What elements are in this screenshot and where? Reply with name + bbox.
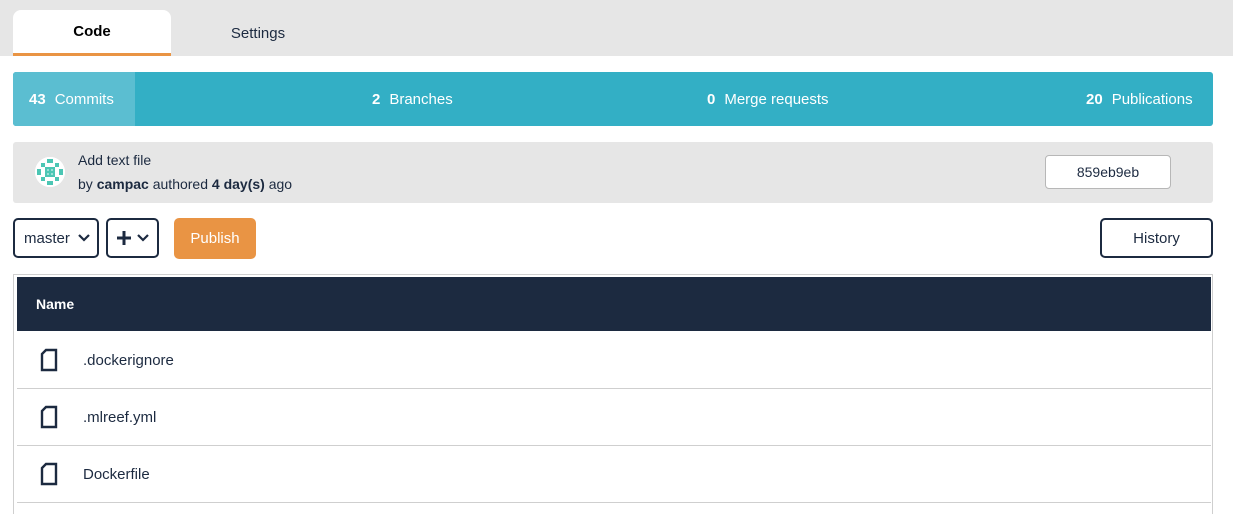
tab-bar: Code Settings: [0, 0, 1233, 56]
branches-label: Branches: [389, 90, 453, 108]
tab-code[interactable]: Code: [13, 10, 171, 56]
branch-select[interactable]: master: [13, 218, 99, 258]
commit-author[interactable]: campac: [97, 176, 149, 192]
history-button[interactable]: History: [1100, 218, 1213, 258]
commit-ago-text: ago: [268, 176, 293, 192]
file-icon: [40, 405, 58, 429]
commit-age: 4 day(s): [211, 176, 265, 192]
branch-select-value: master: [24, 229, 70, 247]
repo-stats-bar: 43 Commits 2 Branches 0 Merge requests 2…: [13, 72, 1213, 126]
file-name[interactable]: .mlreef.yml: [83, 409, 156, 426]
plus-icon: [116, 231, 131, 245]
merge-requests-count: 0: [707, 90, 716, 108]
merge-requests-stat[interactable]: 0 Merge requests: [707, 72, 829, 126]
publications-stat[interactable]: 20 Publications: [1086, 72, 1193, 126]
branches-stat[interactable]: 2 Branches: [372, 72, 453, 126]
commits-count: 43: [29, 90, 46, 108]
publications-label: Publications: [1111, 90, 1193, 108]
add-file-menu-button[interactable]: [106, 218, 159, 258]
file-name[interactable]: Dockerfile: [83, 466, 150, 483]
file-icon: [40, 348, 58, 372]
chevron-down-icon: [78, 234, 90, 242]
commit-authored-text: authored: [152, 176, 209, 192]
chevron-down-icon: [136, 234, 149, 242]
commit-meta: by campac authored 4 day(s) ago: [78, 176, 292, 192]
name-column-header[interactable]: Name: [36, 296, 74, 312]
commits-stat[interactable]: 43 Commits: [13, 72, 135, 126]
identicon-icon: [35, 157, 65, 187]
file-table: Name .dockerignore .mlreef.yml Dockerfil…: [13, 274, 1213, 514]
file-icon: [40, 462, 58, 486]
table-row[interactable]: .dockerignore: [17, 332, 1211, 389]
tab-settings[interactable]: Settings: [178, 10, 338, 56]
branches-count: 2: [372, 90, 381, 108]
publications-count: 20: [1086, 90, 1103, 108]
commits-label: Commits: [54, 90, 114, 108]
last-commit-panel: Add text file by campac authored 4 day(s…: [13, 142, 1213, 203]
file-table-header: Name: [17, 277, 1211, 331]
file-name[interactable]: .dockerignore: [83, 352, 174, 369]
commit-sha-button[interactable]: 859eb9eb: [1045, 155, 1171, 189]
commit-message[interactable]: Add text file: [78, 152, 151, 168]
merge-requests-label: Merge requests: [724, 90, 829, 108]
table-row[interactable]: Dockerfile: [17, 446, 1211, 503]
avatar[interactable]: [35, 157, 65, 187]
commit-by-text: by: [78, 176, 93, 192]
publish-button[interactable]: Publish: [174, 218, 256, 259]
table-row[interactable]: .mlreef.yml: [17, 389, 1211, 446]
